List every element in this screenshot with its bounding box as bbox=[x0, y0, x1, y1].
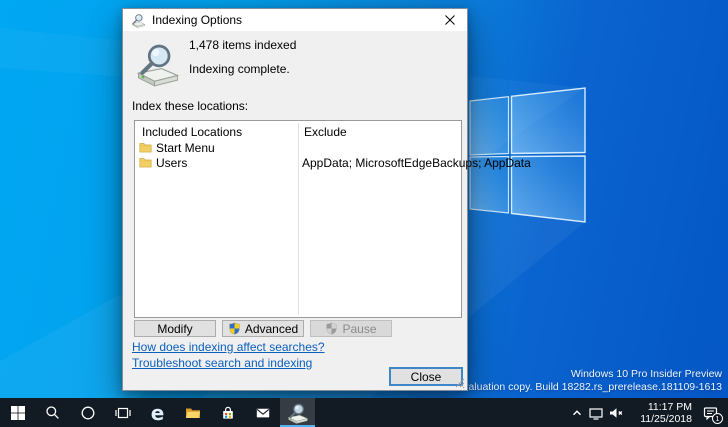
file-explorer-button[interactable] bbox=[175, 398, 210, 427]
edge-icon: e bbox=[150, 400, 165, 425]
mail-button[interactable] bbox=[245, 398, 280, 427]
pause-button[interactable]: Pause bbox=[310, 320, 392, 337]
start-button[interactable] bbox=[0, 398, 35, 427]
system-tray: 11:17 PM 11/25/2018 1 bbox=[568, 398, 728, 427]
taskbar-clock[interactable]: 11:17 PM 11/25/2018 bbox=[630, 401, 692, 425]
modify-button[interactable]: Modify bbox=[134, 320, 216, 337]
action-center-button[interactable]: 1 bbox=[697, 398, 724, 427]
close-icon[interactable] bbox=[433, 9, 467, 31]
file-explorer-icon bbox=[185, 408, 200, 418]
taskbar-indexing-options-button[interactable] bbox=[280, 398, 315, 427]
search-button[interactable] bbox=[35, 398, 70, 427]
indexing-status-text: Indexing complete. bbox=[189, 62, 290, 76]
search-drive-icon bbox=[135, 41, 181, 87]
task-view-button[interactable] bbox=[105, 398, 140, 427]
cortana-button[interactable] bbox=[70, 398, 105, 427]
taskbar: e 11:17 PM 11/25/2018 1 bbox=[0, 398, 728, 427]
windows-logo-icon bbox=[10, 405, 25, 420]
folder-icon bbox=[139, 157, 152, 168]
store-button[interactable] bbox=[210, 398, 245, 427]
microsoft-store-icon bbox=[222, 406, 233, 419]
indexing-options-icon bbox=[131, 13, 146, 28]
task-view-icon bbox=[114, 407, 131, 418]
desktop: Windows 10 Pro Insider Preview Evaluatio… bbox=[0, 0, 728, 427]
watermark-build: Evaluation copy. Build 18282.rs_prerelea… bbox=[456, 381, 722, 393]
evaluation-watermark: Windows 10 Pro Insider Preview Evaluatio… bbox=[456, 368, 722, 394]
notification-badge: 1 bbox=[712, 413, 723, 424]
list-header-row: Included Locations Exclude bbox=[135, 125, 461, 141]
locations-list[interactable]: Included Locations Exclude Start Menu Us… bbox=[134, 120, 531, 318]
edge-button[interactable]: e bbox=[140, 398, 175, 427]
close-label: Close bbox=[410, 369, 442, 384]
dialog-titlebar[interactable]: Indexing Options bbox=[123, 9, 467, 31]
indexing-help-link[interactable]: How does indexing affect searches? bbox=[132, 340, 325, 354]
dialog-body: 1,478 items indexed Indexing complete. I… bbox=[123, 31, 531, 390]
location-name: Users bbox=[156, 155, 188, 170]
column-header-included: Included Locations bbox=[142, 125, 243, 139]
clock-time: 11:17 PM bbox=[647, 400, 692, 413]
advanced-button[interactable]: Advanced bbox=[222, 320, 304, 337]
column-header-exclude: Exclude bbox=[304, 125, 347, 139]
modify-label: Modify bbox=[157, 321, 193, 336]
locations-label: Index these locations: bbox=[132, 99, 249, 113]
watermark-edition: Windows 10 Pro Insider Preview bbox=[570, 368, 722, 380]
search-icon bbox=[46, 406, 59, 419]
clock-date: 11/25/2018 bbox=[640, 412, 692, 425]
folder-icon bbox=[139, 142, 152, 153]
cortana-circle-icon bbox=[81, 406, 94, 419]
dialog-title: Indexing Options bbox=[152, 13, 243, 27]
close-button[interactable]: Close bbox=[389, 367, 463, 386]
location-name: Start Menu bbox=[156, 140, 215, 155]
tray-chevron-up-icon[interactable] bbox=[568, 398, 586, 427]
troubleshoot-link[interactable]: Troubleshoot search and indexing bbox=[132, 356, 312, 370]
volume-muted-icon[interactable] bbox=[606, 398, 626, 427]
mail-icon bbox=[256, 408, 269, 417]
indexing-options-dialog: Indexing Options 1,478 items indexed Ind… bbox=[122, 8, 531, 391]
items-indexed-text: 1,478 items indexed bbox=[189, 38, 297, 52]
network-icon[interactable] bbox=[586, 398, 606, 427]
uac-shield-icon bbox=[228, 322, 241, 335]
list-item-start-menu[interactable]: Start Menu bbox=[136, 140, 460, 155]
indexing-options-icon bbox=[287, 402, 309, 424]
uac-shield-icon bbox=[325, 322, 338, 335]
advanced-label: Advanced bbox=[244, 321, 299, 336]
pause-label: Pause bbox=[342, 321, 377, 336]
list-item-users[interactable]: Users AppData; MicrosoftEdgeBackups; App… bbox=[136, 155, 531, 170]
resize-grip[interactable] bbox=[454, 377, 465, 388]
location-exclude: AppData; MicrosoftEdgeBackups; AppData bbox=[302, 156, 531, 170]
